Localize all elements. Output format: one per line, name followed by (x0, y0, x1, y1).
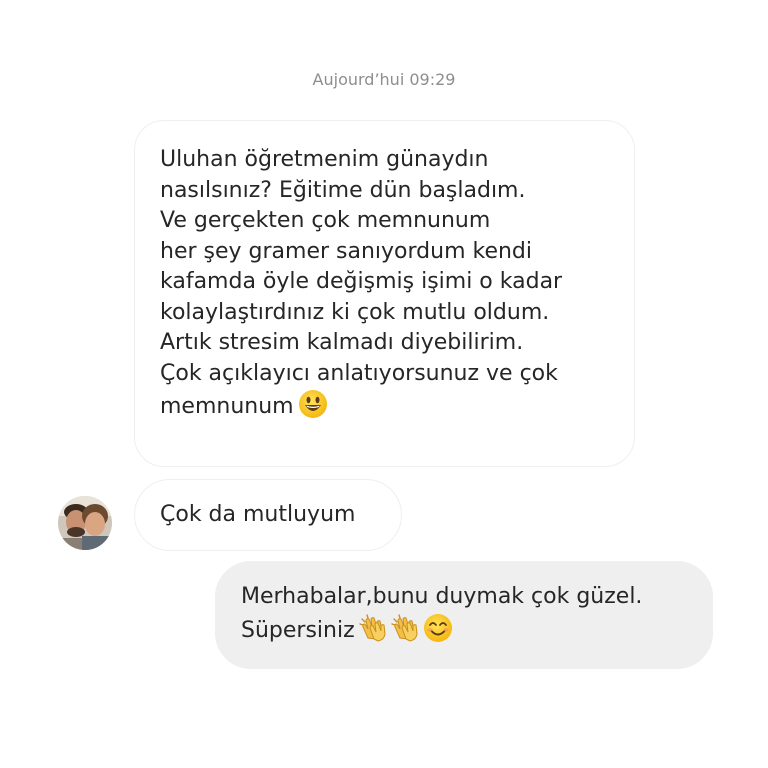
message-line-with-emoji: memnunum (160, 389, 610, 429)
message-line-with-emoji: Süpersiniz (241, 613, 688, 653)
message-line: Artık stresim kalmadı diyebilirim. (160, 330, 524, 355)
message-line: nasılsınız? Eğitime dün başladım. (160, 177, 526, 203)
conversation-timestamp: Aujourd’hui 09:29 (312, 70, 456, 89)
message-line: memnunum (160, 394, 294, 419)
message-line: her şey gramer sanıyordum kendi (160, 238, 533, 264)
message-line: Çok açıklayıcı anlatıyorsunuz ve çok (160, 360, 558, 386)
sender-avatar[interactable] (58, 496, 112, 550)
message-text: Çok da mutluyum (160, 501, 356, 527)
message-line: Merhabalar,bunu duymak çok güzel. (241, 584, 643, 609)
message-line: kolaylaştırdınız ki çok mutlu oldum. (160, 299, 550, 325)
clapping-hands-emoji-icon (358, 613, 389, 653)
message-line: Uluhan öğretmenim günaydın (160, 147, 489, 172)
message-bubble-outgoing[interactable]: Merhabalar,bunu duymak çok güzel. Süpers… (215, 561, 713, 669)
smiling-face-emoji-icon (423, 613, 453, 653)
message-line: kafamda öyle değişmiş işimi o kadar (160, 269, 563, 294)
message-line: Süpersiniz (241, 617, 355, 643)
clapping-hands-emoji-icon (390, 613, 421, 653)
message-bubble-incoming[interactable]: Uluhan öğretmenim günaydın nasılsınız? E… (134, 120, 635, 467)
message-line: Ve gerçekten çok memnunum (160, 208, 491, 233)
grinning-face-emoji-icon (298, 389, 328, 429)
avatar-photo (58, 496, 112, 550)
message-bubble-incoming[interactable]: Çok da mutluyum (134, 479, 402, 551)
